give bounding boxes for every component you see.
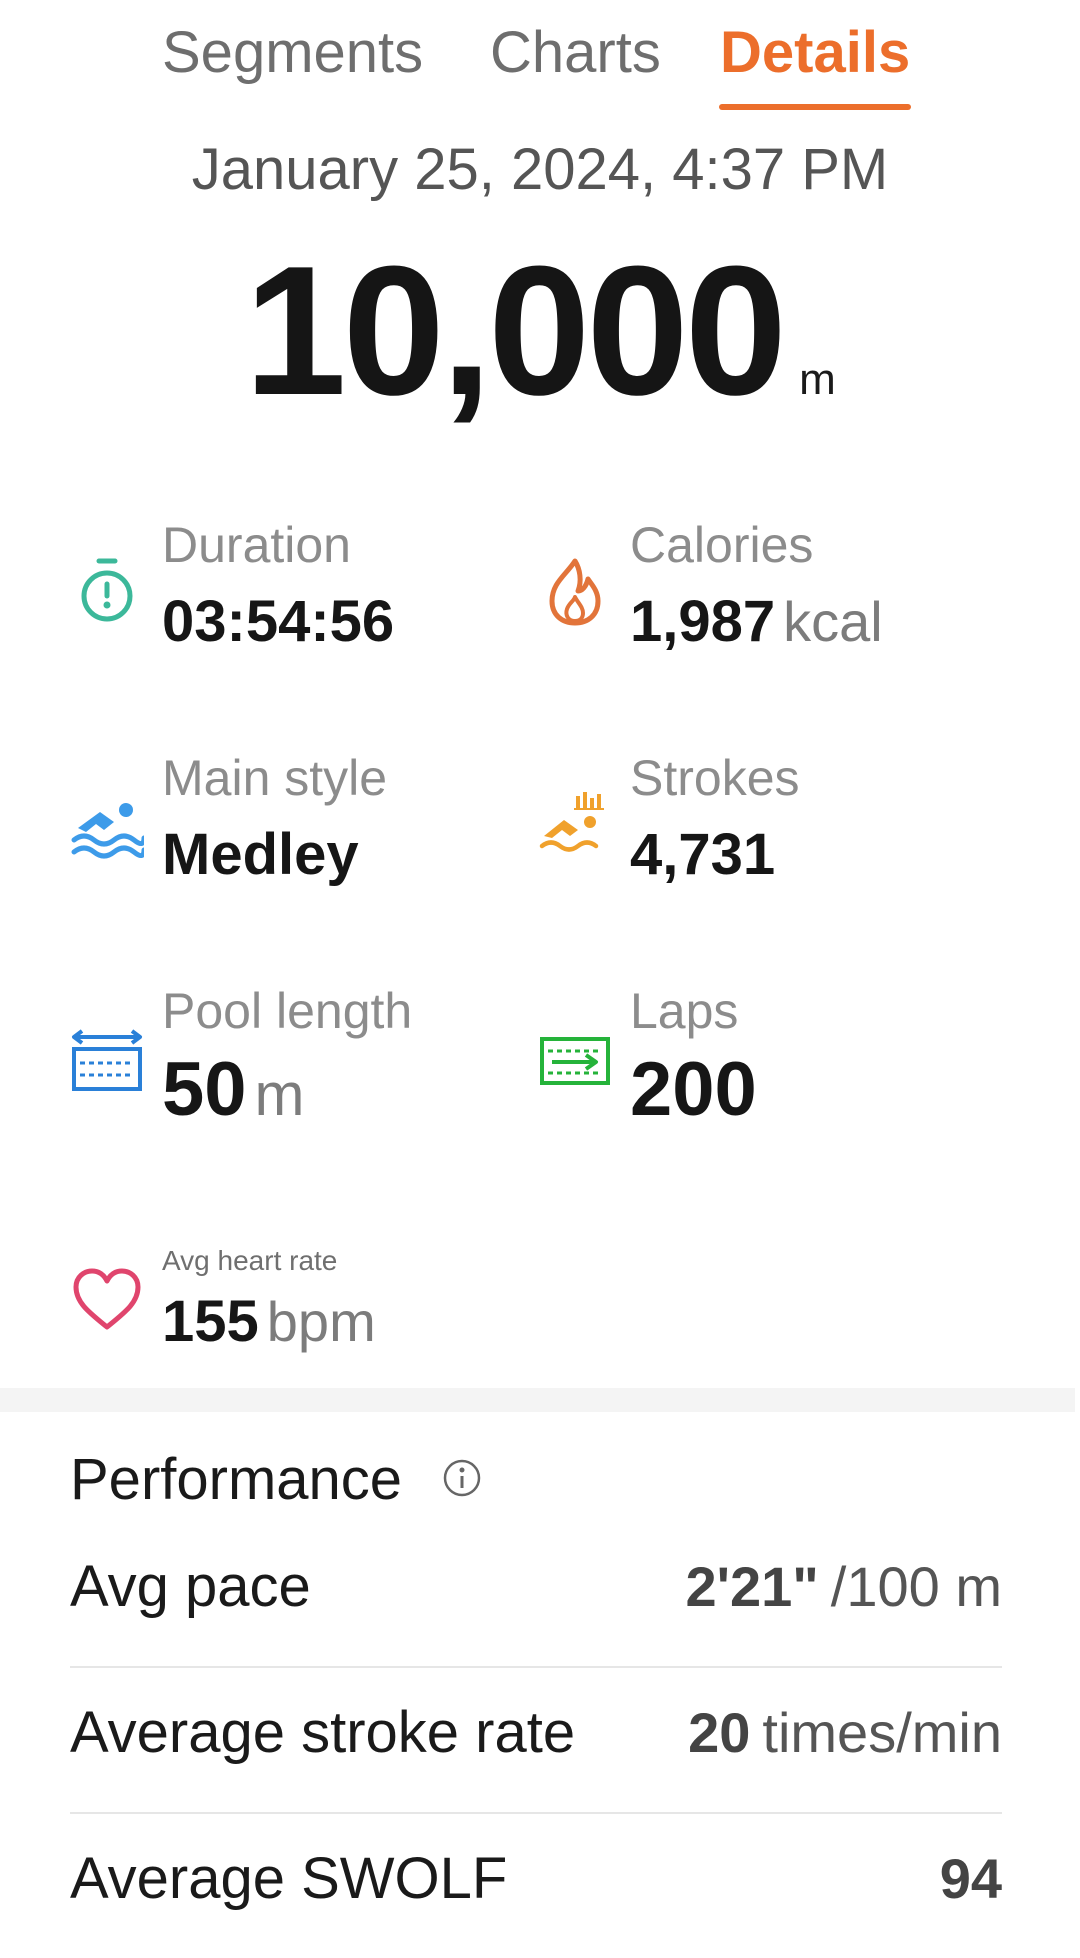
pool-length-unit: m [254,1061,305,1128]
avg-pace-label: Avg pace [70,1554,311,1619]
avg-pace-value-line: 2'21"/100 m [685,1552,1002,1622]
active-tab-indicator [719,104,911,110]
calories-stat: Calories 1,987 kcal [538,515,978,685]
tab-bar: Segments Charts Details [0,0,1080,120]
laps-label: Laps [630,983,739,1039]
avg-stroke-rate-unit: times/min [762,1701,1002,1764]
pool-length-value: 50 [162,1047,247,1132]
main-style-label: Main style [162,750,388,806]
heart-rate-value-line: 155 bpm [162,1287,376,1357]
laps-value: 200 [630,1047,757,1132]
tab-details[interactable]: Details [720,18,910,88]
pool-length-stat: Pool length 50 m [70,981,510,1151]
workout-date: January 25, 2024, 4:37 PM [191,137,889,202]
distance-unit: m [799,355,836,404]
pool-length-icon [70,1025,144,1099]
strokes-value: 4,731 [630,822,776,887]
avg-swolf-row: Average SWOLF 94 [70,1814,1002,1958]
pool-length-label: Pool length [162,983,413,1039]
swimmer-strokes-icon [538,788,612,862]
avg-pace-row: Avg pace 2'21"/100 m [70,1522,1002,1668]
duration-stat: Duration 03:54:56 [70,515,510,685]
heart-icon [70,1263,144,1337]
avg-pace-unit: /100 m [830,1555,1002,1618]
avg-swolf-label: Average SWOLF [70,1846,508,1911]
heart-rate-value: 155 [162,1289,259,1354]
laps-stat: Laps 200 [538,981,978,1151]
heart-rate-label: Avg heart rate [162,1245,338,1276]
info-icon[interactable] [442,1458,482,1498]
distance-value: 10,000 [244,227,787,433]
avg-stroke-rate-label: Average stroke rate [70,1700,576,1765]
calories-value: 1,987 [630,589,776,654]
avg-stroke-rate-value: 20 [688,1701,751,1764]
main-style-value: Medley [162,822,359,887]
calories-label: Calories [630,517,814,573]
swimmer-icon [70,788,144,862]
heart-rate-unit: bpm [266,1290,376,1353]
avg-stroke-rate-row: Average stroke rate 20 times/min [70,1668,1002,1814]
pool-length-value-line: 50 m [162,1045,305,1140]
strokes-label: Strokes [630,750,800,806]
tab-charts[interactable]: Charts [490,18,661,88]
duration-value: 03:54:56 [162,589,395,654]
calories-unit: kcal [783,590,883,653]
stopwatch-icon [70,555,144,629]
strokes-stat: Strokes 4,731 [538,748,978,918]
section-divider [0,1388,1075,1412]
main-style-stat: Main style Medley [70,748,510,918]
avg-pace-value: 2'21" [685,1555,819,1618]
total-distance: 10,000 m [0,235,1080,425]
tab-segments[interactable]: Segments [162,18,423,88]
performance-title: Performance [70,1447,403,1512]
calories-value-line: 1,987 kcal [630,587,883,657]
avg-stroke-rate-value-line: 20 times/min [688,1698,1002,1768]
flame-icon [538,555,612,629]
duration-label: Duration [162,517,351,573]
avg-swolf-value: 94 [939,1847,1002,1910]
laps-icon [538,1025,612,1099]
heart-rate-stat: Avg heart rate 155 bpm [70,1215,510,1385]
